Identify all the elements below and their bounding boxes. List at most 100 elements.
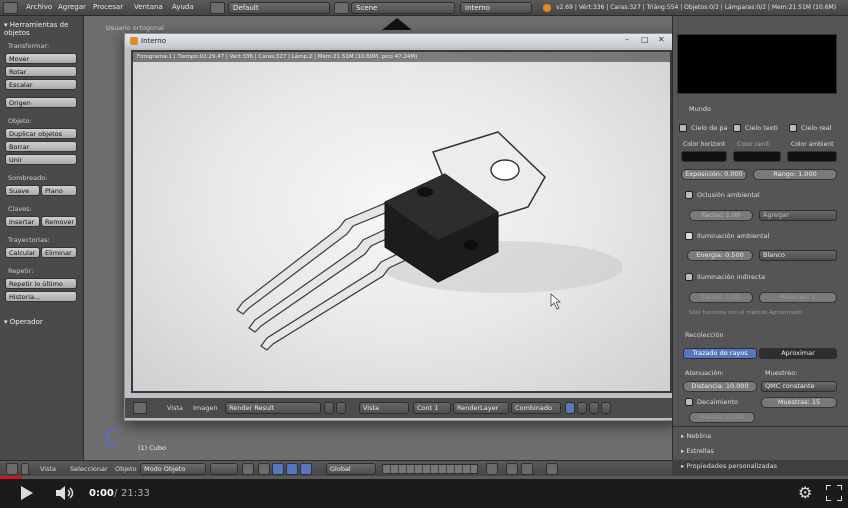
menu-imagen[interactable]: Imagen [193, 404, 217, 412]
render-pass-select[interactable]: Combinado [511, 402, 561, 414]
menu-vista[interactable]: Vista [167, 404, 183, 412]
scale-icon[interactable] [300, 463, 312, 475]
menu-agregar[interactable]: Agregar [58, 3, 86, 11]
zenith-color-swatch[interactable] [733, 151, 781, 162]
sampling-method-select[interactable]: QMC constante [761, 381, 837, 392]
distance-field[interactable]: Distancia: 10.000 [683, 381, 757, 392]
ao-factor-field[interactable]: Factor: 1.00 [689, 210, 753, 221]
render-layer-select[interactable]: RenderLayer [453, 402, 509, 414]
range-field[interactable]: Rango: 1.000 [753, 169, 837, 180]
manipulator-icon[interactable] [258, 463, 270, 475]
rotate-icon[interactable] [286, 463, 298, 475]
calculate-button[interactable]: Calcular [5, 247, 40, 258]
clear-paths-button[interactable]: Eliminar [41, 247, 77, 258]
pivot-icon[interactable] [242, 463, 254, 475]
sky-blend-checkbox[interactable] [679, 124, 687, 132]
shelf-header[interactable]: ▾ Herramientas de objetos [4, 21, 83, 37]
render-engine-select[interactable]: Interno [460, 2, 532, 14]
env-color-select[interactable]: Blanco [759, 250, 837, 261]
operator-panel-header[interactable]: ▾ Operador [4, 318, 43, 326]
approximate-toggle[interactable]: Aproximar [759, 348, 837, 359]
menu-ayuda[interactable]: Ayuda [172, 3, 194, 11]
ambient-occlusion-checkbox[interactable] [685, 191, 693, 199]
flat-button[interactable]: Plano [41, 185, 77, 196]
pin-icon[interactable] [601, 402, 611, 414]
image-close-icon[interactable] [336, 402, 346, 414]
rotate-button[interactable]: Rotar [5, 66, 77, 77]
screen-layout-icon[interactable] [210, 2, 225, 14]
world-panel-header[interactable]: Mundo [689, 105, 711, 113]
image-fake-user-icon[interactable] [324, 402, 334, 414]
indirect-lighting-checkbox[interactable] [685, 273, 693, 281]
falloff-strength-field[interactable]: Fuerza: 0.000 [689, 412, 755, 423]
slot-select[interactable]: Cont 1 [413, 402, 451, 414]
menu-object[interactable]: Objeto [115, 465, 137, 473]
editor-type-icon[interactable] [133, 402, 147, 414]
maximize-icon[interactable]: □ [641, 35, 649, 44]
sky-paper-checkbox[interactable] [733, 124, 741, 132]
volume-icon[interactable] [56, 486, 76, 500]
scale-button[interactable]: Escalar [5, 79, 77, 90]
insert-key-button[interactable]: Insertar [5, 216, 40, 227]
render-preview-icon[interactable] [546, 463, 558, 475]
raytrace-toggle[interactable]: Trazado de rayos [683, 348, 757, 359]
stars-panel[interactable]: ▸ Estrellas [681, 447, 714, 455]
sky-real-checkbox[interactable] [789, 124, 797, 132]
layer-buttons[interactable] [382, 464, 478, 474]
exposure-field[interactable]: Exposición: 0.000 [681, 169, 747, 180]
menu-procesar[interactable]: Procesar [93, 3, 123, 11]
env-lighting-checkbox[interactable] [685, 232, 693, 240]
translate-icon[interactable] [272, 463, 284, 475]
menu-archivo[interactable]: Archivo [26, 3, 52, 11]
origin-button[interactable]: Origen [5, 97, 77, 108]
close-icon[interactable]: ✕ [658, 35, 665, 44]
snap-element-icon[interactable] [521, 463, 533, 475]
energy-field[interactable]: Energía: 0.500 [687, 250, 753, 261]
render-window[interactable]: Interno – □ ✕ Fotograma:1 | Tiempo:02:29… [124, 33, 679, 421]
mist-panel[interactable]: ▸ Neblina [681, 432, 711, 440]
repeat-last-button[interactable]: Repetir lo último [5, 278, 77, 289]
bounces-field[interactable]: Rebotes: 1 [759, 292, 837, 303]
delete-button[interactable]: Borrar [5, 141, 77, 152]
display-channels-icon[interactable] [565, 402, 575, 414]
ambient-color-swatch[interactable] [787, 151, 837, 162]
snap-icon[interactable] [506, 463, 518, 475]
move-button[interactable]: Mover [5, 53, 77, 64]
layout-select[interactable]: Default [228, 2, 330, 14]
shading-select[interactable] [210, 463, 238, 475]
history-button[interactable]: Historia... [5, 291, 77, 302]
image-select[interactable]: Render Result [225, 402, 321, 414]
view-select[interactable]: Vista [359, 402, 409, 414]
render-result-image[interactable]: Fotograma:1 | Tiempo:02:29.47 | Vért:336… [131, 50, 672, 393]
menu-toggle-icon[interactable] [21, 463, 29, 475]
menu-ventana[interactable]: Ventana [134, 3, 163, 11]
samples-field[interactable]: Muestras: 15 [761, 397, 837, 408]
settings-gear-icon[interactable]: ⚙ [798, 483, 812, 502]
alpha-icon[interactable] [577, 402, 587, 414]
transform-label: Transformar: [8, 42, 50, 50]
duplicate-objects-button[interactable]: Duplicar objetos [5, 128, 77, 139]
menu-view[interactable]: Vista [40, 465, 56, 473]
brush-icon[interactable] [589, 402, 599, 414]
indirect-factor-field[interactable]: Factor: 1.00 [689, 292, 753, 303]
render-window-titlebar[interactable]: Interno – □ ✕ [125, 34, 678, 48]
editor-type-icon[interactable] [6, 463, 18, 475]
mode-select[interactable]: Modo Objeto [140, 463, 206, 475]
minimize-icon[interactable]: – [625, 35, 629, 44]
menu-select[interactable]: Seleccionar [70, 465, 108, 473]
progress-track[interactable] [0, 476, 848, 479]
remove-key-button[interactable]: Remover [41, 216, 77, 227]
smooth-button[interactable]: Suave [5, 185, 40, 196]
fullscreen-icon[interactable] [826, 485, 842, 501]
custom-props-panel[interactable]: ▸ Propiedades personalizadas [681, 462, 777, 470]
ao-blend-select[interactable]: Agregar [759, 210, 837, 221]
lock-icon[interactable] [486, 463, 498, 475]
scene-icon[interactable] [334, 2, 349, 14]
horizon-color-swatch[interactable] [681, 151, 727, 162]
join-button[interactable]: Unir [5, 154, 77, 165]
scene-select[interactable]: Scene [351, 2, 455, 14]
play-icon[interactable] [20, 486, 34, 500]
orientation-select[interactable]: Global [326, 463, 376, 475]
editor-type-icon[interactable] [3, 2, 18, 14]
falloff-checkbox[interactable] [685, 398, 693, 406]
